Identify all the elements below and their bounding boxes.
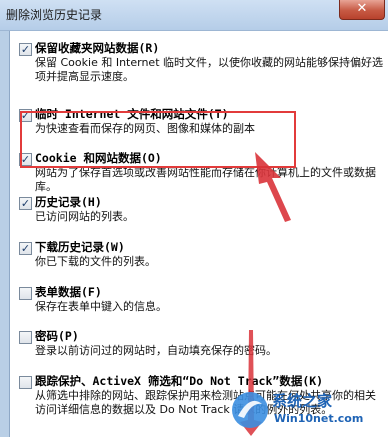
option-label: 下载历史记录(W) <box>35 240 125 254</box>
option-label: 密码(P) <box>35 329 79 343</box>
option-description: 保留 Cookie 和 Internet 临时文件，以使你收藏的网站能够保持偏好… <box>35 56 383 83</box>
close-icon: ✕ <box>356 1 368 16</box>
option-label: 表单数据(F) <box>35 285 102 299</box>
option-history[interactable]: ✓ 历史记录(H) 已访问网站的列表。 <box>19 195 384 224</box>
checkbox-history[interactable]: ✓ <box>19 197 32 210</box>
window-title: 删除浏览历史记录 <box>6 8 103 22</box>
checkbox-tracking-protection[interactable] <box>19 376 32 389</box>
option-description: 登录以前访问过的网站时，自动填充保存的密码。 <box>35 344 277 357</box>
option-preserve-favorites[interactable]: ✓ 保留收藏夹网站数据(R) 保留 Cookie 和 Internet 临时文件… <box>19 41 384 84</box>
option-label: 历史记录(H) <box>35 195 102 209</box>
watermark-subtext: Win10net.com <box>274 412 364 425</box>
close-button[interactable]: ✕ <box>339 0 385 20</box>
annotation-arrow-icon <box>255 152 291 222</box>
watermark-logo-icon <box>232 392 268 428</box>
option-description: 网站为了保存首选项或改善网站性能而存储在你计算机上的文件或数据库。 <box>35 166 376 193</box>
option-download-history[interactable]: ✓ 下载历史记录(W) 你已下载的文件的列表。 <box>19 240 384 269</box>
option-passwords[interactable]: 密码(P) 登录以前访问过的网站时，自动填充保存的密码。 <box>19 329 384 358</box>
option-description: 保存在表单中键入的信息。 <box>35 300 167 313</box>
option-form-data[interactable]: 表单数据(F) 保存在表单中键入的信息。 <box>19 285 384 314</box>
checkbox-passwords[interactable] <box>19 331 32 344</box>
watermark-text: 系统之家 <box>272 392 333 410</box>
checkbox-download-history[interactable]: ✓ <box>19 242 32 255</box>
watermark: 系统之家 Win10net.com <box>226 384 384 434</box>
checkbox-preserve-favorites[interactable]: ✓ <box>19 43 32 56</box>
checkbox-form-data[interactable] <box>19 287 32 300</box>
option-description: 已访问网站的列表。 <box>35 210 134 223</box>
options-panel: ✓ 保留收藏夹网站数据(R) 保留 Cookie 和 Internet 临时文件… <box>9 31 388 437</box>
title-bar: 删除浏览历史记录 ✕ <box>0 0 388 31</box>
option-label: 保留收藏夹网站数据(R) <box>35 41 160 55</box>
option-description: 你已下载的文件的列表。 <box>35 255 156 268</box>
